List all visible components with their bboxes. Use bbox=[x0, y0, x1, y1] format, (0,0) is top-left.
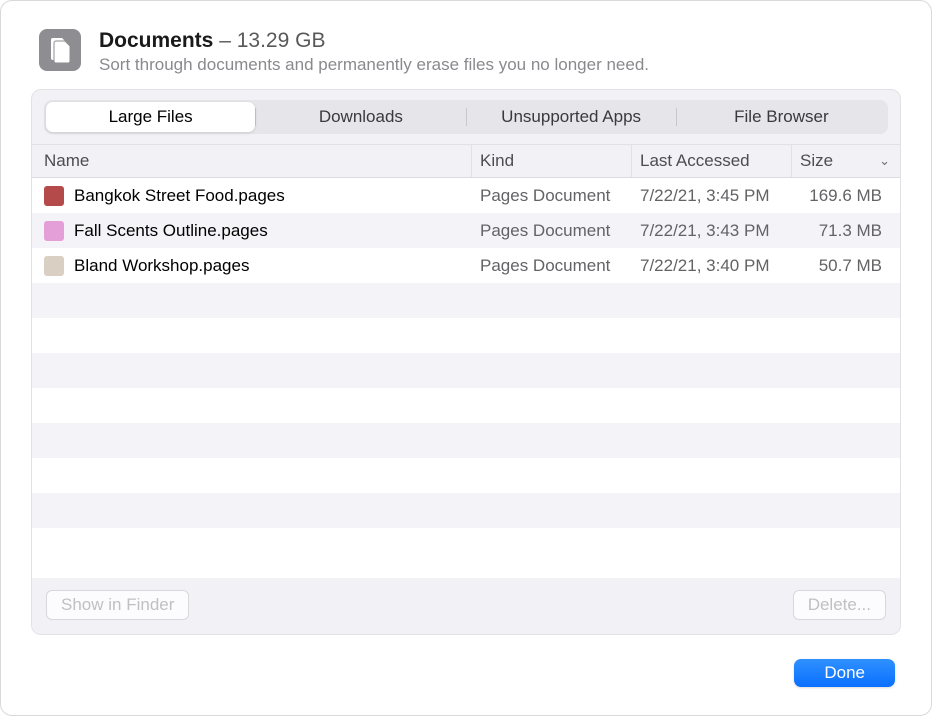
file-thumbnail-icon bbox=[44, 256, 64, 276]
cell-kind: Pages Document bbox=[472, 256, 632, 276]
table-row[interactable]: Fall Scents Outline.pages Pages Document… bbox=[32, 213, 900, 248]
empty-row bbox=[32, 458, 900, 493]
done-button[interactable]: Done bbox=[794, 659, 895, 687]
show-in-finder-button[interactable]: Show in Finder bbox=[46, 590, 189, 620]
table-body: Bangkok Street Food.pages Pages Document… bbox=[32, 178, 900, 578]
cell-size: 50.7 MB bbox=[792, 256, 900, 276]
title-strong: Documents bbox=[99, 29, 213, 52]
table-row[interactable]: Bangkok Street Food.pages Pages Document… bbox=[32, 178, 900, 213]
page-subtitle: Sort through documents and permanently e… bbox=[99, 55, 901, 75]
page-title: Documents – 13.29 GB bbox=[99, 29, 901, 53]
cell-last-accessed: 7/22/21, 3:43 PM bbox=[632, 221, 792, 241]
column-header-size-label: Size bbox=[800, 151, 833, 171]
cell-size: 71.3 MB bbox=[792, 221, 900, 241]
tab-file-browser[interactable]: File Browser bbox=[677, 102, 886, 132]
header-text: Documents – 13.29 GB Sort through docume… bbox=[99, 29, 901, 75]
cell-last-accessed: 7/22/21, 3:40 PM bbox=[632, 256, 792, 276]
file-name: Fall Scents Outline.pages bbox=[74, 221, 268, 241]
column-header-name[interactable]: Name bbox=[32, 145, 472, 177]
column-header-last-accessed[interactable]: Last Accessed bbox=[632, 145, 792, 177]
content-panel: Large Files Downloads Unsupported Apps F… bbox=[31, 89, 901, 635]
file-name: Bangkok Street Food.pages bbox=[74, 186, 285, 206]
column-header-kind[interactable]: Kind bbox=[472, 145, 632, 177]
tab-large-files[interactable]: Large Files bbox=[46, 102, 255, 132]
bottom-action-bar: Show in Finder Delete... bbox=[32, 578, 900, 634]
title-size: 13.29 GB bbox=[237, 29, 326, 52]
segmented-tabs: Large Files Downloads Unsupported Apps F… bbox=[44, 100, 888, 134]
footer: Done bbox=[1, 635, 931, 715]
cell-kind: Pages Document bbox=[472, 186, 632, 206]
empty-row bbox=[32, 493, 900, 528]
title-sep: – bbox=[213, 29, 236, 52]
empty-row bbox=[32, 388, 900, 423]
cell-name: Fall Scents Outline.pages bbox=[32, 221, 472, 241]
file-name: Bland Workshop.pages bbox=[74, 256, 249, 276]
documents-window: Documents – 13.29 GB Sort through docume… bbox=[0, 0, 932, 716]
documents-category-icon bbox=[39, 29, 81, 71]
tab-downloads[interactable]: Downloads bbox=[256, 102, 465, 132]
cell-kind: Pages Document bbox=[472, 221, 632, 241]
chevron-down-icon: ⌄ bbox=[879, 153, 890, 169]
cell-last-accessed: 7/22/21, 3:45 PM bbox=[632, 186, 792, 206]
empty-row bbox=[32, 283, 900, 318]
table-row[interactable]: Bland Workshop.pages Pages Document 7/22… bbox=[32, 248, 900, 283]
delete-button[interactable]: Delete... bbox=[793, 590, 886, 620]
column-header-size[interactable]: Size ⌄ bbox=[792, 145, 900, 177]
cell-size: 169.6 MB bbox=[792, 186, 900, 206]
cell-name: Bangkok Street Food.pages bbox=[32, 186, 472, 206]
cell-name: Bland Workshop.pages bbox=[32, 256, 472, 276]
empty-row bbox=[32, 423, 900, 458]
header: Documents – 13.29 GB Sort through docume… bbox=[1, 1, 931, 89]
table-header-row: Name Kind Last Accessed Size ⌄ bbox=[32, 144, 900, 178]
file-thumbnail-icon bbox=[44, 186, 64, 206]
empty-row bbox=[32, 318, 900, 353]
file-thumbnail-icon bbox=[44, 221, 64, 241]
empty-row bbox=[32, 353, 900, 388]
tab-unsupported-apps[interactable]: Unsupported Apps bbox=[467, 102, 676, 132]
file-table: Name Kind Last Accessed Size ⌄ Bangkok S… bbox=[32, 144, 900, 634]
